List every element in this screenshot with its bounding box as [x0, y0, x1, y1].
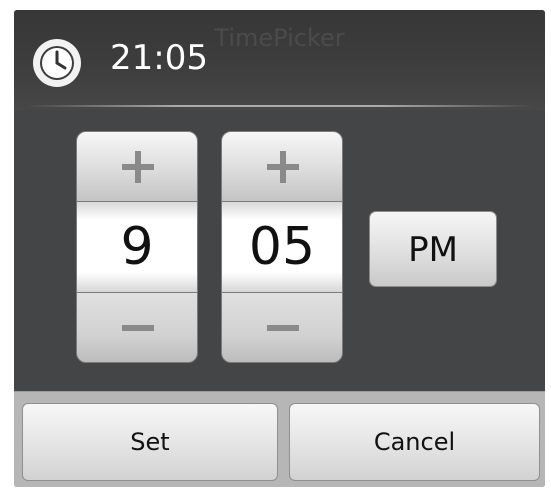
picker-area: 9 05 PM: [14, 110, 545, 391]
dialog-button-bar: Set Cancel: [14, 391, 545, 487]
dialog-title-bar: TimePicker 21:05: [14, 10, 545, 110]
set-button[interactable]: Set: [22, 403, 278, 481]
plus-icon: [122, 151, 154, 183]
minute-increment-button[interactable]: [221, 131, 343, 202]
minus-icon: [122, 325, 154, 331]
hour-increment-button[interactable]: [76, 131, 198, 202]
hour-picker: 9: [76, 131, 198, 363]
minute-decrement-button[interactable]: [221, 292, 343, 363]
plus-icon: [267, 151, 299, 183]
cancel-button[interactable]: Cancel: [289, 403, 540, 481]
minus-icon: [267, 325, 299, 331]
faded-title: TimePicker: [214, 24, 345, 52]
clock-icon: [31, 37, 83, 89]
hour-decrement-button[interactable]: [76, 292, 198, 363]
title-divider: [26, 105, 533, 107]
dialog-title: 21:05: [110, 38, 208, 78]
minute-value[interactable]: 05: [221, 202, 343, 292]
time-picker-dialog: TimePicker 21:05 9 05 PM Set Cancel: [14, 10, 545, 487]
ampm-toggle-button[interactable]: PM: [369, 211, 497, 287]
minute-picker: 05: [221, 131, 343, 363]
hour-value[interactable]: 9: [76, 202, 198, 292]
